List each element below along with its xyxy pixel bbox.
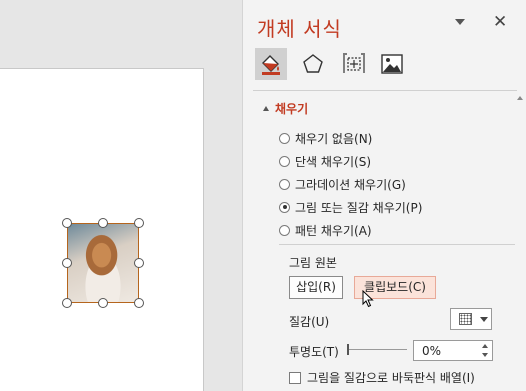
radio-button[interactable] [279, 224, 290, 236]
pane-scrollbar[interactable] [515, 96, 525, 391]
fill-section-title: 채우기 [275, 102, 309, 116]
picture-icon[interactable] [376, 48, 408, 80]
size-position-icon[interactable] [338, 48, 370, 80]
picture-source-label: 그림 원본 [289, 256, 337, 270]
radio-button[interactable] [279, 132, 290, 144]
radio-pattern-fill[interactable]: 패턴 채우기(A) [279, 222, 372, 238]
radio-button-selected[interactable] [279, 201, 290, 213]
slider-thumb[interactable] [347, 344, 349, 355]
radio-label: 채우기 없음(N) [295, 131, 373, 146]
slider-track [347, 349, 407, 350]
resize-handle-top[interactable] [98, 218, 108, 228]
radio-label: 패턴 채우기(A) [295, 223, 372, 238]
pane-options-chevron-icon[interactable] [455, 19, 465, 25]
close-icon[interactable]: ✕ [493, 12, 507, 32]
radio-button[interactable] [279, 155, 290, 167]
pane-title: 개체 서식 [257, 17, 342, 41]
texture-label: 질감(U) [289, 315, 330, 329]
tabs-divider [253, 90, 517, 91]
resize-handle-left[interactable] [62, 258, 72, 268]
paint-bucket-icon[interactable] [255, 48, 287, 80]
radio-label: 그림 또는 질감 채우기(P) [295, 200, 423, 215]
insert-button[interactable]: 삽입(R) [289, 276, 343, 299]
radio-gradient-fill[interactable]: 그라데이션 채우기(G) [279, 176, 406, 192]
tile-checkbox[interactable] [289, 371, 301, 384]
tile-picture-checkbox-row[interactable]: 그림을 질감으로 바둑판식 배열(I) [289, 369, 475, 386]
selected-picture[interactable] [67, 223, 139, 303]
texture-swatch-icon [459, 313, 472, 325]
texture-picker[interactable] [450, 308, 492, 330]
radio-button[interactable] [279, 178, 290, 190]
collapse-triangle-icon[interactable] [263, 106, 269, 111]
resize-handle-bottom[interactable] [98, 298, 108, 308]
pentagon-icon[interactable] [297, 48, 329, 80]
tile-label: 그림을 질감으로 바둑판식 배열(I) [307, 371, 475, 385]
mouse-cursor-icon [362, 289, 374, 311]
transparency-slider[interactable] [347, 342, 409, 358]
divider [279, 244, 515, 245]
radio-no-fill[interactable]: 채우기 없음(N) [279, 130, 372, 146]
radio-label: 그라데이션 채우기(G) [295, 177, 406, 192]
resize-handle-top-right[interactable] [134, 218, 144, 228]
radio-solid-fill[interactable]: 단색 채우기(S) [279, 153, 371, 169]
slide-canvas-area [0, 0, 242, 391]
resize-handle-top-left[interactable] [62, 218, 72, 228]
transparency-label: 투명도(T) [289, 345, 339, 359]
resize-handle-bottom-left[interactable] [62, 298, 72, 308]
spin-up-icon[interactable] [482, 344, 488, 348]
radio-label: 단색 채우기(S) [295, 154, 371, 169]
format-object-pane: 개체 서식 ✕ 채우기 채우기 없음(N) 단색 채우기(S) 그라데이션 채우… [242, 0, 526, 391]
fill-section-header[interactable]: 채우기 [263, 100, 308, 117]
chevron-down-icon [480, 317, 488, 322]
transparency-value[interactable]: 0% [422, 344, 441, 358]
radio-picture-texture-fill[interactable]: 그림 또는 질감 채우기(P) [279, 199, 422, 215]
spin-down-icon[interactable] [482, 353, 488, 357]
resize-handle-bottom-right[interactable] [134, 298, 144, 308]
resize-handle-right[interactable] [134, 258, 144, 268]
transparency-spinner[interactable]: 0% [413, 340, 493, 361]
scroll-up-icon[interactable] [517, 96, 523, 100]
